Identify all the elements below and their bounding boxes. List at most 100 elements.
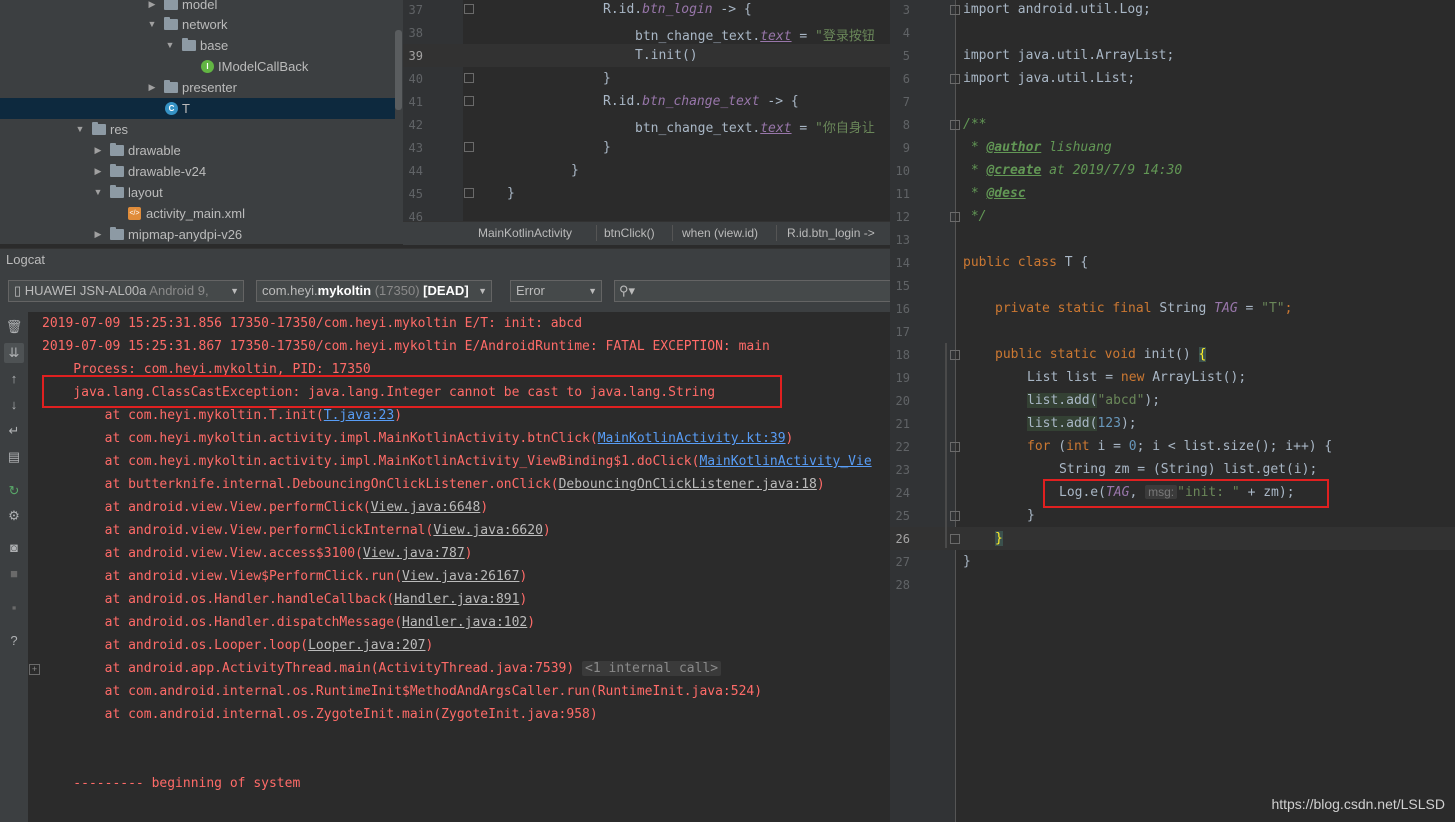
fold-marker-icon[interactable]: [950, 74, 960, 84]
line-number: 39: [408, 49, 423, 63]
chevron-down-icon[interactable]: ▼: [74, 119, 86, 140]
fold-marker-icon[interactable]: [464, 96, 474, 106]
tree-item-base[interactable]: ▼ base: [0, 35, 395, 56]
tree-item-t[interactable]: C T: [0, 98, 395, 119]
fold-marker-icon[interactable]: [950, 534, 960, 544]
gear-icon[interactable]: ⚙: [4, 506, 24, 526]
code-line: T.init(): [635, 48, 698, 63]
breadcrumb-item[interactable]: R.id.btn_login ->: [787, 226, 875, 240]
source-link[interactable]: View.java:6620: [433, 523, 543, 538]
chevron-right-icon[interactable]: ▶: [92, 224, 104, 244]
log-line: at butterknife.internal.DebouncingOnClic…: [42, 477, 825, 492]
source-link[interactable]: T.java:23: [324, 408, 394, 423]
code-line: }: [963, 554, 971, 569]
code-line: public static void init() {: [995, 347, 1207, 362]
trash-icon[interactable]: 🗑: [4, 317, 24, 337]
source-link[interactable]: Handler.java:891: [394, 592, 519, 607]
source-link[interactable]: MainKotlinActivity.kt:39: [598, 431, 786, 446]
stop-icon[interactable]: ▪: [4, 598, 24, 618]
restart-icon[interactable]: ↻: [4, 481, 24, 501]
fold-marker-icon[interactable]: [464, 4, 474, 14]
log-level-selector[interactable]: Error ▼: [510, 280, 602, 302]
chevron-right-icon[interactable]: ▶: [146, 77, 158, 98]
code-line: List list = new ArrayList();: [1027, 370, 1247, 385]
source-link[interactable]: DebouncingOnClickListener.java:18: [559, 477, 817, 492]
tree-item-model[interactable]: ▶ model: [0, 0, 395, 15]
device-selector[interactable]: ▯ HUAWEI JSN-AL00a Android 9, ▼: [8, 280, 244, 302]
tree-item-activity-main-xml[interactable]: </> activity_main.xml: [0, 203, 395, 224]
code-line: R.id.btn_change_text -> {: [603, 94, 799, 109]
source-link[interactable]: Looper.java:207: [308, 638, 425, 653]
code-line: */: [963, 209, 987, 224]
breadcrumb-separator: [776, 225, 777, 241]
fold-marker-icon[interactable]: [950, 511, 960, 521]
folder-icon: [110, 227, 124, 240]
breadcrumb-item[interactable]: MainKotlinActivity: [478, 226, 572, 240]
tree-item-drawable[interactable]: ▶ drawable: [0, 140, 395, 161]
line-number: 16: [895, 302, 910, 316]
top-code-editor[interactable]: 37 38 39 40 41 42 43 44 45 46 R.id.btn_l…: [403, 0, 890, 221]
source-link[interactable]: View.java:787: [363, 546, 465, 561]
folded-call-badge[interactable]: <1 internal call>: [582, 661, 722, 676]
record-icon[interactable]: ■: [4, 564, 24, 584]
fold-marker-icon[interactable]: [464, 188, 474, 198]
tree-item-imodelcallback[interactable]: I IModelCallBack: [0, 56, 395, 77]
code-line: }: [603, 140, 611, 155]
camera-icon[interactable]: ◙: [4, 538, 24, 558]
expand-icon[interactable]: +: [29, 664, 40, 675]
breadcrumb: MainKotlinActivity btnClick() when (view…: [403, 221, 890, 245]
process-selector[interactable]: com.heyi.mykoltin (17350) [DEAD] ▼: [256, 280, 492, 302]
tree-scrollbar[interactable]: [395, 30, 402, 110]
tree-item-presenter[interactable]: ▶ presenter: [0, 77, 395, 98]
tree-item-network[interactable]: ▼ network: [0, 14, 395, 35]
up-arrow-icon[interactable]: ↑: [4, 369, 24, 389]
line-number: 42: [408, 118, 423, 132]
highlight-box-exception: [42, 375, 782, 408]
right-code-editor[interactable]: 3 4 5 6 7 8 9 10 11 12 13 14 15 16 17 18 19 20 21 22 23 24 25 2…: [890, 0, 1455, 822]
fold-marker-icon[interactable]: [950, 5, 960, 15]
soft-wrap-icon[interactable]: ↵: [4, 421, 24, 441]
chevron-right-icon[interactable]: ▶: [92, 161, 104, 182]
fold-marker-icon[interactable]: [950, 350, 960, 360]
tree-item-layout[interactable]: ▼ layout: [0, 182, 395, 203]
tree-item-res[interactable]: ▼ res: [0, 119, 395, 140]
res-folder-icon: [92, 122, 106, 135]
source-link[interactable]: View.java:6648: [371, 500, 481, 515]
chevron-down-icon[interactable]: ▼: [92, 182, 104, 203]
breadcrumb-item[interactable]: btnClick(): [604, 226, 655, 240]
breadcrumb-separator: [596, 225, 597, 241]
line-number: 23: [895, 463, 910, 477]
log-line: at android.view.View.performClickInterna…: [42, 523, 551, 538]
help-icon[interactable]: ?: [4, 631, 24, 651]
source-link[interactable]: Handler.java:102: [402, 615, 527, 630]
log-line: at android.os.Handler.handleCallback(Han…: [42, 592, 528, 607]
fold-marker-icon[interactable]: [464, 73, 474, 83]
fold-marker-icon[interactable]: [464, 142, 474, 152]
fold-marker-icon[interactable]: [950, 212, 960, 222]
log-line: at android.os.Handler.dispatchMessage(Ha…: [42, 615, 536, 630]
print-icon[interactable]: ▤: [4, 447, 24, 467]
source-link[interactable]: View.java:26167: [402, 569, 519, 584]
chevron-down-icon[interactable]: ▼: [146, 14, 158, 35]
down-arrow-icon[interactable]: ↓: [4, 395, 24, 415]
log-line: at com.heyi.mykoltin.activity.impl.MainK…: [42, 431, 794, 446]
line-number: 13: [895, 233, 910, 247]
fold-marker-icon[interactable]: [950, 120, 960, 130]
line-number: 37: [408, 3, 423, 17]
source-link[interactable]: MainKotlinActivity_Vie: [699, 454, 871, 469]
tree-item-mipmap-anydpi-v26[interactable]: ▶ mipmap-anydpi-v26: [0, 224, 395, 244]
class-icon: C: [165, 102, 178, 115]
breadcrumb-item[interactable]: when (view.id): [682, 226, 758, 240]
chevron-right-icon[interactable]: ▶: [92, 140, 104, 161]
process-pid: (17350): [371, 283, 424, 298]
chevron-right-icon[interactable]: ▶: [146, 0, 158, 15]
fold-marker-icon[interactable]: [950, 442, 960, 452]
logcat-search-input[interactable]: ⚲▾: [614, 280, 894, 302]
current-line-highlight: [890, 527, 1455, 550]
line-number: 19: [895, 371, 910, 385]
scroll-to-end-icon[interactable]: ⇊: [4, 343, 24, 363]
project-tree: ▶ model ▼ network ▼ base I IModelCallBac…: [0, 0, 403, 244]
chevron-down-icon[interactable]: ▼: [164, 35, 176, 56]
tree-item-drawable-v24[interactable]: ▶ drawable-v24: [0, 161, 395, 182]
line-number: 26: [895, 532, 910, 546]
